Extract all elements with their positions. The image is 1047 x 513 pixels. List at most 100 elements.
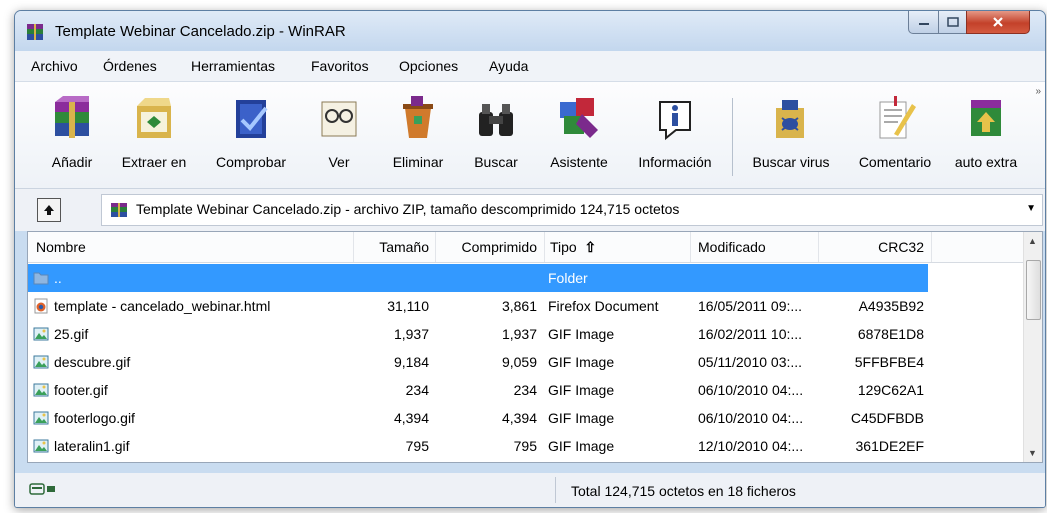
add-archive-icon (55, 96, 89, 138)
column-comprimido[interactable]: Comprimido (435, 239, 537, 255)
view-button[interactable]: Ver (311, 86, 367, 182)
comment-icon (879, 96, 916, 139)
menu-ordenes[interactable]: Órdenes (103, 58, 157, 74)
gif-image-icon (33, 411, 49, 425)
address-bar: Template Webinar Cancelado.zip - archivo… (15, 189, 1045, 231)
info-icon (659, 101, 691, 141)
virus-scan-button[interactable]: Buscar virus (741, 86, 841, 182)
row-type: GIF Image (548, 382, 615, 398)
column-divider[interactable] (544, 232, 545, 262)
find-icon (479, 104, 513, 136)
column-nombre[interactable]: Nombre (36, 239, 86, 255)
address-field[interactable]: Template Webinar Cancelado.zip - archivo… (101, 194, 1043, 226)
comment-button[interactable]: Comentario (847, 86, 943, 182)
column-tamano[interactable]: Tamaño (353, 239, 429, 255)
column-crc32[interactable]: CRC32 (818, 239, 924, 255)
row-name: footerlogo.gif (54, 410, 135, 426)
test-button[interactable]: Comprobar (205, 86, 297, 182)
info-button[interactable]: Información (625, 86, 725, 182)
find-button[interactable]: Buscar (463, 86, 529, 182)
column-divider[interactable] (690, 232, 691, 262)
maximize-icon (947, 17, 959, 27)
winrar-app-icon (27, 24, 43, 40)
address-text: Template Webinar Cancelado.zip - archivo… (136, 201, 680, 217)
toolbar-label: Eliminar (392, 154, 444, 170)
table-row[interactable]: descubre.gif 9,184 9,059 GIF Image 05/11… (28, 348, 928, 376)
wizard-icon (560, 98, 598, 138)
row-type: Firefox Document (548, 298, 659, 314)
row-type: Folder (548, 270, 588, 286)
status-divider (555, 477, 556, 503)
toolbar-label: Asistente (550, 154, 608, 170)
table-row[interactable]: footerlogo.gif 4,394 4,394 GIF Image 06/… (28, 404, 928, 432)
table-row[interactable]: .. Folder (28, 264, 928, 292)
row-name: lateralin1.gif (54, 438, 130, 454)
sfx-button[interactable]: auto extra (951, 86, 1021, 182)
row-packed: 3,861 (501, 298, 537, 314)
toolbar-label: Comprobar (215, 154, 287, 170)
row-name: template - cancelado_webinar.html (54, 298, 271, 314)
row-modified: 05/11/2010 03:... (698, 354, 803, 370)
table-row[interactable]: footer.gif 234 234 GIF Image 06/10/2010 … (28, 376, 928, 404)
row-size: 4,394 (393, 410, 429, 426)
menu-bar: Archivo Órdenes Herramientas Favoritos O… (15, 51, 1045, 82)
row-crc: 5FFBFBE4 (854, 354, 924, 370)
menu-favoritos[interactable]: Favoritos (311, 58, 369, 74)
minimize-button[interactable] (908, 11, 940, 34)
add-button[interactable]: Añadir (39, 86, 105, 182)
scroll-up-icon[interactable]: ▲ (1028, 236, 1037, 246)
row-type: GIF Image (548, 326, 615, 342)
close-button[interactable] (966, 11, 1030, 34)
scroll-thumb[interactable] (1026, 260, 1041, 320)
vertical-scrollbar[interactable]: ▲ ▼ (1023, 232, 1042, 462)
wizard-button[interactable]: Asistente (541, 86, 617, 182)
virus-scan-icon (776, 100, 804, 138)
row-type: GIF Image (548, 410, 615, 426)
sort-ascending-icon: ⇧ (584, 239, 597, 255)
up-arrow-icon (44, 205, 54, 215)
toolbar-label: auto extra (954, 154, 1018, 170)
row-name: .. (54, 270, 62, 286)
maximize-button[interactable] (938, 11, 968, 34)
toolbar-separator (732, 98, 733, 176)
column-modificado[interactable]: Modificado (698, 239, 766, 255)
row-modified: 16/05/2011 09:... (698, 298, 803, 314)
scroll-down-icon[interactable]: ▼ (1028, 448, 1037, 458)
gif-image-icon (33, 439, 49, 453)
winrar-window: Template Webinar Cancelado.zip - WinRAR … (14, 10, 1046, 508)
column-tipo-label: Tipo (550, 239, 577, 255)
column-divider[interactable] (931, 232, 932, 262)
row-packed: 1,937 (501, 326, 537, 342)
gif-image-icon (33, 355, 49, 369)
menu-ayuda[interactable]: Ayuda (489, 58, 528, 74)
row-size: 31,110 (387, 298, 429, 314)
menu-archivo[interactable]: Archivo (31, 58, 78, 74)
table-row[interactable]: 25.gif 1,937 1,937 GIF Image 16/02/2011 … (28, 320, 928, 348)
toolbar-overflow-icon[interactable]: » (1035, 86, 1041, 97)
extract-button[interactable]: Extraer en (113, 86, 195, 182)
menu-herramientas[interactable]: Herramientas (191, 58, 275, 74)
address-dropdown-icon[interactable]: ▼ (1026, 203, 1036, 214)
file-list: Nombre Tamaño Comprimido Tipo ⇧ Modifica… (27, 231, 1043, 463)
row-crc: A4935B92 (858, 298, 924, 314)
row-type: GIF Image (548, 354, 615, 370)
row-modified: 06/10/2010 04:... (698, 382, 804, 398)
column-tipo[interactable]: Tipo ⇧ (550, 239, 596, 256)
toolbar-label: Añadir (51, 154, 93, 170)
row-type: GIF Image (548, 438, 615, 454)
title-bar[interactable]: Template Webinar Cancelado.zip - WinRAR (15, 11, 1045, 51)
row-name: 25.gif (54, 326, 89, 342)
table-row[interactable]: template - cancelado_webinar.html 31,110… (28, 292, 928, 320)
menu-opciones[interactable]: Opciones (399, 58, 458, 74)
row-crc: C45DFBDB (850, 410, 924, 426)
table-row[interactable]: lateralin1.gif 795 795 GIF Image 12/10/2… (28, 432, 928, 460)
up-folder-button[interactable] (37, 198, 61, 222)
close-icon (993, 17, 1003, 27)
status-text: Total 124,715 octetos en 18 ficheros (571, 483, 796, 499)
row-modified: 06/10/2010 04:... (698, 410, 804, 426)
zip-archive-icon (111, 203, 127, 217)
gif-image-icon (33, 327, 49, 341)
sfx-icon (971, 100, 1001, 136)
delete-button[interactable]: Eliminar (383, 86, 453, 182)
row-size: 795 (405, 438, 429, 454)
